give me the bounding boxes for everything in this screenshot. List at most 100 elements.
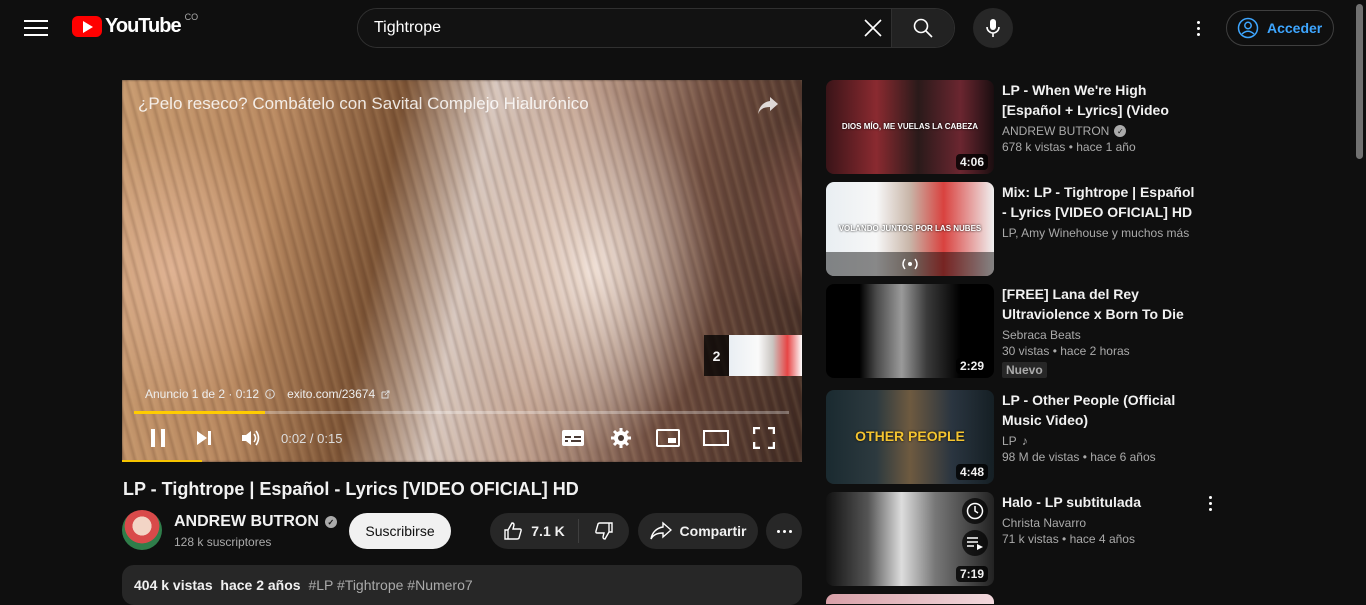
recommendation-item[interactable]: DIOS MÍO, ME VUELAS LA CABEZA 4:06 LP - … [826,80,1226,174]
upload-age: hace 1 año [1076,140,1136,154]
pause-button[interactable] [148,426,168,450]
recommendation-item[interactable]: 7:19 Halo - LP subtitulada Christa Navar… [826,492,1226,586]
channel-name-text[interactable]: ANDREW BUTRON [174,513,319,531]
signin-button[interactable]: Acceder [1226,10,1334,46]
thumbnail-caption: VOLANDO JUNTOS POR LAS NUBES [838,224,982,233]
miniplayer-button[interactable] [655,426,681,450]
share-ad-button[interactable] [756,94,780,121]
description-box[interactable]: 404 k vistas hace 2 años #LP #Tightrope … [122,565,802,605]
channel-name[interactable]: ANDREW BUTRON ✓ [174,513,337,531]
video-player[interactable]: ¿Pelo reseco? Combátelo con Savital Comp… [122,80,802,462]
ad-progress-bar[interactable] [134,411,789,414]
next-button[interactable] [194,426,214,450]
upload-age: hace 2 años [220,577,301,593]
more-actions-button[interactable] [766,513,802,549]
verified-icon: ✓ [324,516,337,528]
video-thumbnail[interactable]: 7:19 [826,492,994,586]
add-to-queue-button[interactable] [962,530,988,556]
recommendation-item[interactable]: OTHER PEOPLE 4:48 LP - Other People (Off… [826,390,1226,484]
settings-menu-button[interactable] [1190,16,1206,40]
thumbs-up-icon [504,522,523,540]
recommendation-title[interactable]: Halo - LP subtitulada [1002,492,1202,512]
mix-thumbnail[interactable]: VOLANDO JUNTOS POR LAS NUBES [826,182,994,276]
recommendation-title[interactable]: LP - When We're High [Español + Lyrics] … [1002,80,1202,120]
thumbnail-caption: DIOS MÍO, ME VUELAS LA CABEZA [841,122,979,131]
ad-label: Anuncio 1 de 2 · 0:12 [145,387,260,401]
like-button[interactable]: 7.1 K [490,519,579,543]
recommendation-title[interactable]: [FREE] Lana del Rey Ultraviolence x Born… [1002,284,1202,324]
view-count: 678 k vistas [1002,140,1066,154]
next-recommendation-thumbnail[interactable] [826,594,994,604]
recommendation-menu-button[interactable] [1209,496,1212,511]
gear-icon [611,428,631,448]
clear-search-button[interactable] [855,9,891,47]
upload-age: hace 2 horas [1060,344,1130,358]
next-ad-preview[interactable]: 2 [704,335,802,376]
voice-search-button[interactable] [973,8,1013,48]
watch-later-button[interactable] [962,498,988,524]
recommendation-item[interactable]: VOLANDO JUNTOS POR LAS NUBES Mix: LP - T… [826,182,1226,276]
recommendation-channel[interactable]: Sebraca Beats [1002,328,1081,342]
recommendation-channel[interactable]: Christa Navarro [1002,516,1086,530]
video-thumbnail[interactable]: 2:29 [826,284,994,378]
view-count: 404 k vistas [134,577,213,593]
subtitles-icon [562,430,584,446]
search-bar: Tightrope [357,8,955,48]
ad-url-link[interactable]: exito.com/23674 [287,387,375,401]
pause-icon [151,429,165,447]
volume-button[interactable] [240,426,262,450]
signin-label: Acceder [1267,20,1323,36]
next-ad-thumbnail [729,335,802,376]
recommendation-title[interactable]: LP - Other People (Official Music Video) [1002,390,1202,430]
ad-progress-fill [134,411,265,414]
radio-icon [902,258,918,270]
view-count: 71 k vistas [1002,532,1059,546]
channel-avatar[interactable] [122,510,162,550]
next-ad-count: 2 [704,335,729,376]
time-display: 0:02 / 0:15 [281,431,343,446]
dislike-button[interactable] [579,521,629,541]
ad-title[interactable]: ¿Pelo reseco? Combátelo con Savital Comp… [138,94,589,114]
video-title: LP - Tightrope | Español - Lyrics [VIDEO… [123,479,579,499]
recommendation-channel[interactable]: LP [1002,434,1017,448]
info-icon[interactable] [265,389,275,399]
recommendation-title[interactable]: Mix: LP - Tightrope | Español - Lyrics [… [1002,182,1202,222]
logo-text: YouTube [105,15,182,37]
new-badge: Nuevo [1002,362,1047,378]
menu-button[interactable] [24,17,48,37]
ad-info: Anuncio 1 de 2 · 0:12 exito.com/23674 [145,387,390,401]
volume-icon [242,430,260,446]
view-count: 30 vistas [1002,344,1050,358]
page-scrollbar[interactable] [1353,0,1366,598]
fullscreen-button[interactable] [753,426,775,450]
settings-button[interactable] [609,426,633,450]
mix-overlay [826,252,994,276]
search-button[interactable] [891,9,954,47]
country-code: CO [184,11,199,22]
theater-mode-button[interactable] [703,426,729,450]
hashtags[interactable]: #LP #Tightrope #Numero7 [308,577,472,593]
share-button[interactable]: Compartir [638,513,758,549]
miniplayer-icon [656,429,680,447]
music-note-icon: ♪ [1021,434,1028,448]
upload-age: hace 4 años [1069,532,1135,546]
thumbs-down-icon [595,522,613,540]
queue-icon [967,537,983,550]
duration-badge: 2:29 [955,358,988,374]
video-thumbnail[interactable]: OTHER PEOPLE 4:48 [826,390,994,484]
recommendation-channel[interactable]: ANDREW BUTRON [1002,124,1109,138]
subscribe-button[interactable]: Suscribirse [349,513,451,549]
search-input[interactable]: Tightrope [358,9,855,47]
account-icon [1237,17,1259,39]
video-thumbnail[interactable]: DIOS MÍO, ME VUELAS LA CABEZA 4:06 [826,80,994,174]
recommendation-channel[interactable]: LP, Amy Winehouse y muchos más [1002,226,1189,240]
subtitles-button[interactable] [560,426,586,450]
subscriber-count: 128 k suscriptores [174,535,272,549]
like-count: 7.1 K [531,523,565,539]
share-arrow-icon [649,521,672,540]
fullscreen-icon [753,427,775,449]
youtube-logo[interactable]: YouTube CO [72,11,199,38]
recommendation-item[interactable]: 2:29 [FREE] Lana del Rey Ultraviolence x… [826,284,1226,378]
verified-icon: ✓ [1114,125,1127,137]
share-label: Compartir [679,523,747,539]
